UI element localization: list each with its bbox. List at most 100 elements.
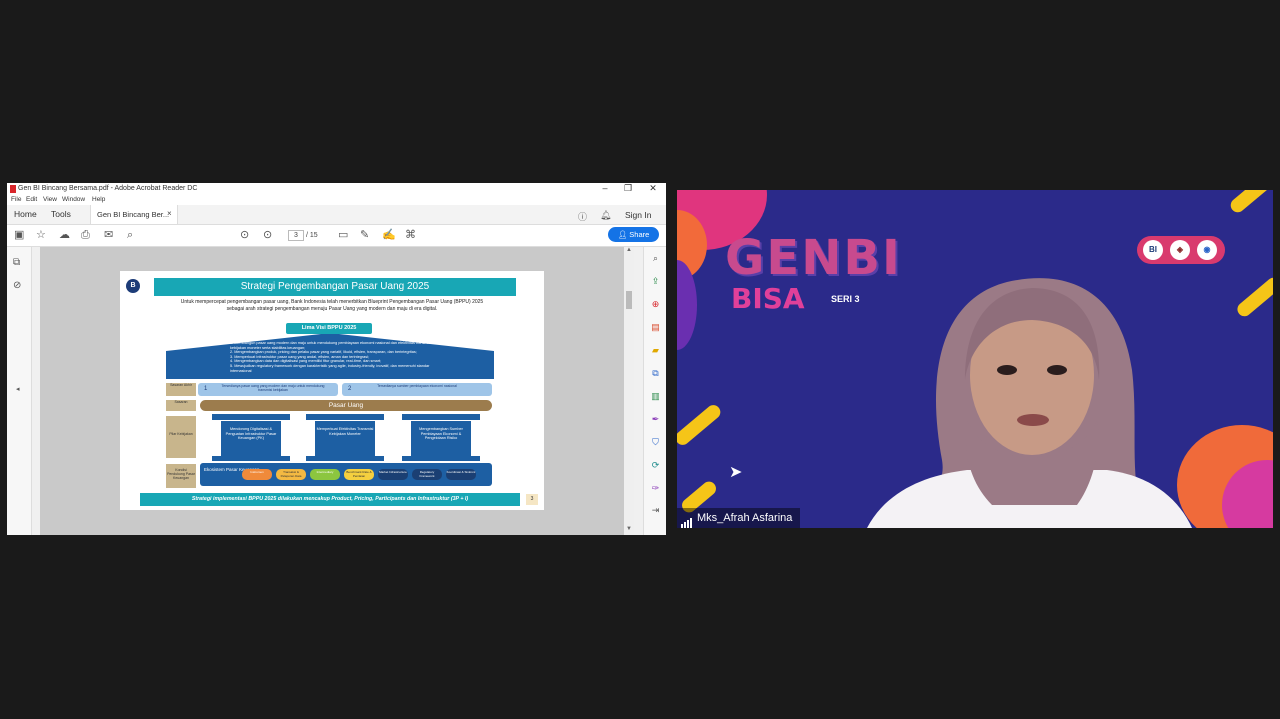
side-label-outcome: Sasaran Akhir bbox=[166, 383, 196, 396]
ecosystem-chip: Regulatory Framework bbox=[412, 469, 442, 480]
tab-document-label: Gen BI Bincang Ber... bbox=[97, 210, 170, 219]
mission-item: 1. Membangun pasar uang modern dan maju … bbox=[230, 341, 432, 350]
zoom-search-icon[interactable]: ⌕ bbox=[127, 229, 133, 241]
share-button[interactable]: 👤︎ Share bbox=[608, 227, 659, 242]
signal-strength-icon bbox=[681, 508, 693, 528]
ecosystem-chip: Market Infrastructure bbox=[378, 469, 408, 480]
decor-bar-yellow bbox=[677, 402, 724, 448]
comment-tool-icon[interactable]: ▰ bbox=[650, 345, 661, 356]
pen-icon[interactable]: ✎ bbox=[360, 229, 369, 241]
side-label-pillars: Pilar Kebijakan bbox=[166, 416, 196, 458]
share-label: Share bbox=[629, 230, 650, 239]
page-number-input[interactable]: 3 bbox=[288, 230, 304, 241]
outcome-box-1: 1 Tersedianya pasar uang yang modern dan… bbox=[198, 383, 338, 396]
menu-file[interactable]: File bbox=[11, 196, 21, 203]
missions-list: 1. Membangun pasar uang modern dan maju … bbox=[230, 341, 440, 373]
window-titlebar: Gen BI Bincang Bersama.pdf - Adobe Acrob… bbox=[7, 183, 666, 195]
pillar-capital bbox=[306, 414, 384, 420]
expand-panel-icon[interactable]: ⇥ bbox=[650, 505, 661, 516]
pillar-base bbox=[306, 456, 384, 461]
outcome-box-2: 2 Tersedianya sumber pembiayaan ekonomi … bbox=[342, 383, 492, 396]
ecosystem-bar: Ekosistem Pasar Keuangan Instrumen Trans… bbox=[200, 463, 492, 486]
scroll-down-icon[interactable]: ▼ bbox=[626, 526, 632, 532]
tab-close-icon[interactable]: × bbox=[167, 209, 172, 218]
ecosystem-chip: Transaksi & Pelaporan Data bbox=[276, 469, 306, 480]
pillar-2: Memperkuat Efektivitas Transmisi Kebijak… bbox=[315, 421, 375, 456]
participant-video-feed bbox=[867, 278, 1192, 528]
decor-bar-yellow bbox=[1234, 274, 1273, 320]
outcome-text: Tersedianya sumber pembiayaan ekonomi na… bbox=[377, 384, 457, 388]
visi-label: Lima Visi BPPU 2025 bbox=[286, 323, 372, 334]
side-label-enablers: Kondisi Pendukung Pasar Keuangan bbox=[166, 464, 196, 488]
previous-page-icon[interactable]: ⊙ bbox=[240, 229, 249, 241]
create-pdf-icon[interactable]: ⊕ bbox=[650, 299, 661, 310]
outcome-number: 2 bbox=[348, 386, 352, 392]
intro-line-2: sebagai arah strategi pengembangan menuj… bbox=[226, 305, 438, 312]
protect-icon[interactable]: ⛉ bbox=[650, 437, 661, 448]
sign-icon[interactable]: ✍ bbox=[382, 229, 396, 241]
organize-pages-icon[interactable]: ▤ bbox=[650, 322, 661, 333]
help-icon[interactable]: ⓘ bbox=[578, 210, 587, 223]
intro-line-1: Untuk mempercepat pengembangan pasar uan… bbox=[180, 299, 484, 305]
comment-icon[interactable]: ▭ bbox=[338, 229, 348, 241]
more-tools-pen-icon[interactable]: ✑ bbox=[650, 483, 661, 494]
bell-icon[interactable]: 🔔︎ bbox=[600, 210, 611, 221]
scan-icon[interactable]: ⟳ bbox=[650, 460, 661, 471]
tab-tools[interactable]: Tools bbox=[51, 209, 71, 219]
scroll-thumb[interactable] bbox=[626, 291, 632, 309]
page-thumbnails-icon[interactable]: ⧉ bbox=[13, 257, 20, 268]
menu-edit[interactable]: Edit bbox=[26, 196, 37, 203]
side-label-target: Sasaran bbox=[166, 400, 196, 411]
sign-in-button[interactable]: Sign In bbox=[625, 210, 651, 220]
zoom-icon[interactable]: ⌕ bbox=[650, 253, 661, 264]
genbi-logo: ◉ bbox=[1197, 240, 1217, 260]
collapse-left-icon[interactable]: ◂ bbox=[16, 385, 20, 393]
bookmark-star-icon[interactable]: ☆ bbox=[36, 229, 46, 241]
video-tile[interactable]: GENBI BISA SERI 3 BI ◈ ◉ ➤ Mks_Afrah Asf… bbox=[677, 190, 1273, 528]
minimize-button[interactable]: – bbox=[594, 183, 616, 195]
more-tools-icon[interactable]: ⌘ bbox=[405, 229, 416, 241]
outcome-number: 1 bbox=[204, 386, 208, 392]
pillar-1: Mendorong Digitalisasi & Penguatan Infra… bbox=[221, 421, 281, 456]
share-person-icon: 👤︎ bbox=[617, 230, 630, 239]
edit-pdf-icon[interactable]: ▥ bbox=[650, 391, 661, 402]
pdf-icon bbox=[10, 185, 16, 193]
mission-item: 5. Mewujudkan regulatory framework denga… bbox=[230, 363, 430, 373]
left-rail: ⧉ ⊘ ◂ bbox=[7, 247, 32, 535]
pdf-page: B Strategi Pengembangan Pasar Uang 2025 … bbox=[120, 271, 544, 510]
page-total: / 15 bbox=[305, 232, 318, 239]
bisa-banner-text: BISA bbox=[731, 282, 805, 315]
menu-view[interactable]: View bbox=[43, 196, 57, 203]
slide-page-number: 3 bbox=[526, 494, 538, 505]
slide-intro: Untuk mempercepat pengembangan pasar uan… bbox=[140, 299, 524, 312]
tab-document[interactable]: Gen BI Bincang Ber... × bbox=[90, 205, 178, 224]
university-logo: ◈ bbox=[1170, 240, 1190, 260]
ecosystem-chip: Benchmark Rate & Penilaian bbox=[344, 469, 374, 480]
export-pdf-icon[interactable]: ⇪ bbox=[650, 276, 661, 287]
restore-button[interactable]: ❐ bbox=[617, 183, 639, 195]
right-tools-panel: ⌕ ⇪ ⊕ ▤ ▰ ⧉ ▥ ✒ ⛉ ⟳ ✑ ⇥ bbox=[643, 247, 666, 535]
next-page-icon[interactable]: ⊙ bbox=[263, 229, 272, 241]
menu-help[interactable]: Help bbox=[92, 196, 105, 203]
attachments-icon[interactable]: ⊘ bbox=[13, 280, 21, 291]
slide-footer: Strategi implementasi BPPU 2025 dilakuka… bbox=[140, 493, 520, 506]
print-icon[interactable]: ⎙ bbox=[81, 229, 90, 241]
scroll-up-icon[interactable]: ▲ bbox=[626, 247, 632, 253]
window-title: Gen BI Bincang Bersama.pdf - Adobe Acrob… bbox=[18, 185, 198, 192]
page-indicator: 3 / 15 bbox=[288, 230, 318, 241]
email-icon[interactable]: ✉ bbox=[104, 229, 113, 241]
outcome-text: Tersedianya pasar uang yang modern dan m… bbox=[221, 384, 325, 393]
ecosystem-chip: Instrumen bbox=[242, 469, 272, 480]
menu-window[interactable]: Window bbox=[62, 196, 85, 203]
vertical-scrollbar[interactable]: ▲ ▼ bbox=[624, 247, 634, 535]
tab-home[interactable]: Home bbox=[14, 209, 37, 219]
fill-sign-icon[interactable]: ✒ bbox=[650, 414, 661, 425]
acrobat-window: Gen BI Bincang Bersama.pdf - Adobe Acrob… bbox=[7, 183, 666, 535]
combine-files-icon[interactable]: ⧉ bbox=[650, 368, 661, 379]
upload-cloud-icon[interactable]: ☁ bbox=[59, 229, 70, 241]
pillar-base bbox=[212, 456, 290, 461]
pasar-uang-bar: Pasar Uang bbox=[200, 400, 492, 411]
close-window-button[interactable]: ✕ bbox=[642, 183, 664, 195]
decor-bar-yellow bbox=[1227, 190, 1273, 216]
save-icon[interactable]: ▣ bbox=[14, 229, 24, 241]
